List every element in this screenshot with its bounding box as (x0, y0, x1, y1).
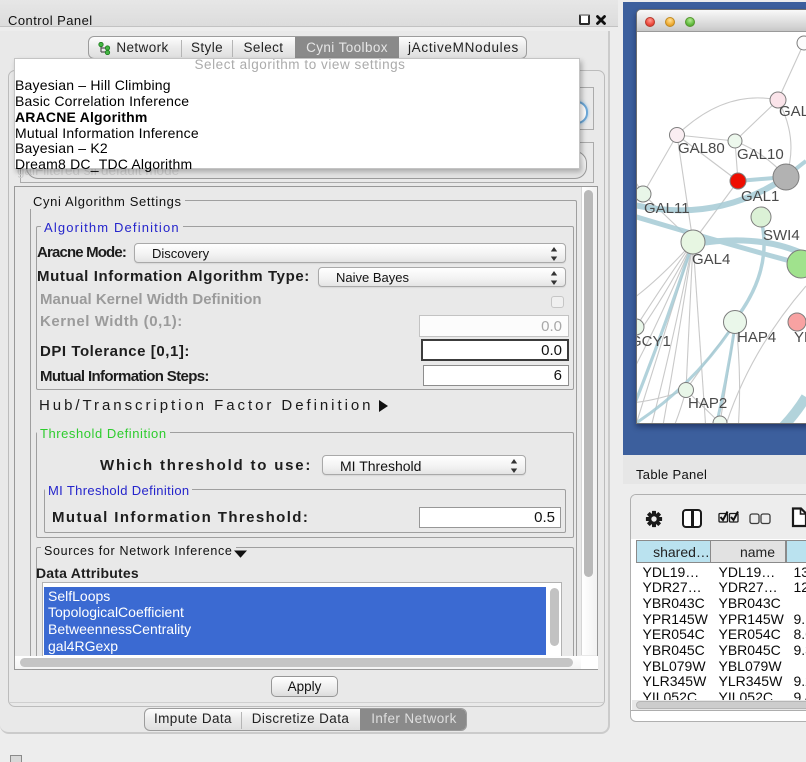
svg-text:YE: YE (794, 329, 806, 346)
svg-text:GAL10: GAL10 (737, 146, 784, 163)
svg-text:SWI4: SWI4 (763, 227, 800, 244)
svg-text:HAP4: HAP4 (737, 329, 776, 346)
svg-text:GAL80: GAL80 (678, 140, 725, 157)
svg-text:GAL7: GAL7 (779, 103, 806, 120)
svg-text:GAL4: GAL4 (692, 251, 730, 268)
svg-text:GAL11: GAL11 (644, 200, 690, 217)
svg-text:HAP2: HAP2 (688, 395, 727, 412)
svg-text:GAL1: GAL1 (741, 188, 779, 205)
svg-text:GCY1: GCY1 (637, 333, 671, 350)
